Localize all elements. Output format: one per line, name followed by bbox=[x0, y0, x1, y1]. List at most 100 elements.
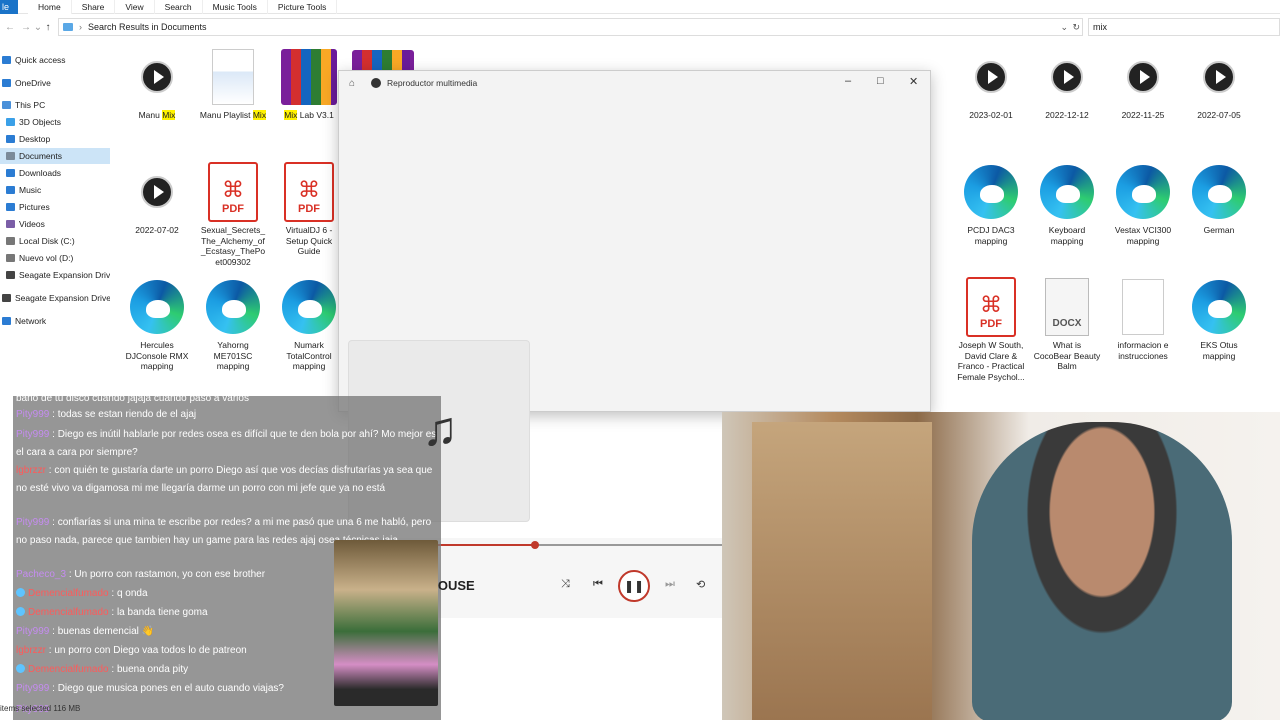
folder-icon bbox=[63, 23, 73, 31]
file-label: 2023-02-01 bbox=[969, 110, 1013, 120]
file-informacion[interactable]: informacion e instrucciones bbox=[1109, 278, 1177, 361]
file-label: 2022-07-02 bbox=[135, 225, 179, 235]
maximize-icon[interactable]: □ bbox=[877, 75, 884, 87]
sidebar-item-3d-objects[interactable]: 3D Objects bbox=[0, 114, 110, 130]
chat-message: Pity999 : todas se estan riendo de el aj… bbox=[16, 406, 441, 424]
chat-text: : Un porro con rastamon, yo con ese brot… bbox=[66, 569, 266, 580]
search-input[interactable]: mix bbox=[1088, 18, 1280, 36]
ribbon-tabs: le Home Share View Search Music Tools Pi… bbox=[0, 0, 1280, 14]
drive-icon bbox=[6, 271, 15, 279]
sidebar-item-documents[interactable]: Documents bbox=[0, 148, 110, 164]
file-label: Numark TotalControl mapping bbox=[286, 340, 332, 371]
file-label: Manu Mix bbox=[138, 110, 176, 120]
tab-picture-tools[interactable]: Picture Tools bbox=[268, 0, 338, 14]
file-tab[interactable]: le bbox=[0, 0, 18, 14]
file-label: EKS Otus mapping bbox=[1200, 340, 1238, 361]
file-2022-11-25[interactable]: 2022-11-25 bbox=[1109, 48, 1177, 121]
sidebar-item-this-pc[interactable]: This PC bbox=[0, 97, 110, 113]
file-2022-12-12[interactable]: 2022-12-12 bbox=[1033, 48, 1101, 121]
tab-music-tools[interactable]: Music Tools bbox=[203, 0, 268, 14]
file-label: Hercules DJConsole RMX mapping bbox=[125, 340, 189, 371]
previous-track-icon[interactable]: ⏮ bbox=[593, 578, 603, 591]
file-label: German bbox=[1203, 225, 1235, 235]
file-sexual-secrets-pdf[interactable]: ⌘ PDF Sexual_Secrets_The_Alchemy_of_Ecsta… bbox=[199, 162, 267, 267]
sidebar-item-seagate-expansion-drive[interactable]: Seagate Expansion Drive bbox=[0, 267, 110, 283]
tab-search[interactable]: Search bbox=[155, 0, 203, 14]
streamer bbox=[972, 422, 1232, 720]
file-label: Keyboard mapping bbox=[1048, 225, 1086, 246]
sidebar-item-seagate-expansion-drive[interactable]: Seagate Expansion Drive ( bbox=[0, 290, 110, 306]
file-manu-playlist-mix[interactable]: Manu Playlist Mix bbox=[199, 48, 267, 121]
file-cocobear-docx[interactable]: DOCX What is CocoBear Beauty Balm bbox=[1033, 278, 1101, 372]
file-hercules-mapping[interactable]: Hercules DJConsole RMX mapping bbox=[123, 278, 191, 372]
file-label: Joseph W South, David Clare & Franco - P… bbox=[957, 340, 1025, 382]
cloud-icon bbox=[2, 79, 11, 87]
file-2022-07-05[interactable]: 2022-07-05 bbox=[1185, 48, 1253, 121]
sidebar-item-network[interactable]: Network bbox=[0, 313, 110, 329]
sidebar-item-videos[interactable]: Videos bbox=[0, 216, 110, 232]
edge-browser-icon bbox=[1040, 165, 1094, 219]
tab-view[interactable]: View bbox=[115, 0, 155, 14]
pause-icon: ❚❚ bbox=[623, 579, 645, 593]
sidebar-item-desktop[interactable]: Desktop bbox=[0, 131, 110, 147]
file-pcdj-mapping[interactable]: PCDJ DAC3 mapping bbox=[957, 163, 1025, 246]
chat-text: : Diego es inútil hablarle por redes ose… bbox=[16, 429, 437, 458]
next-track-icon[interactable]: ⏭ bbox=[665, 578, 675, 591]
tab-share[interactable]: Share bbox=[72, 0, 116, 14]
chat-message: Pity999 : Diego es inútil hablarle por r… bbox=[16, 426, 441, 461]
address-bar[interactable]: › Search Results in Documents ⌄ ↻ bbox=[58, 18, 1083, 36]
file-numark-mapping[interactable]: Numark TotalControl mapping bbox=[275, 278, 343, 372]
seek-bar[interactable] bbox=[420, 541, 722, 549]
chat-text: : la banda tiene goma bbox=[108, 607, 208, 618]
file-german[interactable]: German bbox=[1185, 163, 1253, 236]
sidebar-item-label: OneDrive bbox=[15, 78, 51, 88]
home-icon[interactable]: ⌂ bbox=[349, 78, 355, 89]
documents-icon bbox=[6, 152, 15, 160]
sidebar-item-pictures[interactable]: Pictures bbox=[0, 199, 110, 215]
network-icon bbox=[2, 317, 11, 325]
sidebar-item-nuevo-vol-d[interactable]: Nuevo vol (D:) bbox=[0, 250, 110, 266]
file-label: 2022-12-12 bbox=[1045, 110, 1089, 120]
sidebar-item-music[interactable]: Music bbox=[0, 182, 110, 198]
dropdown-chevron-icon[interactable]: ⌄ bbox=[1060, 22, 1068, 33]
seek-bar-knob[interactable] bbox=[530, 541, 539, 549]
file-keyboard-mapping[interactable]: Keyboard mapping bbox=[1033, 163, 1101, 246]
file-label: 2022-11-25 bbox=[1121, 110, 1165, 120]
minimize-icon[interactable]: – bbox=[845, 75, 851, 87]
up-arrow-icon[interactable]: ↑ bbox=[40, 19, 56, 35]
computer-icon bbox=[2, 101, 11, 109]
file-vestax-mapping[interactable]: Vestax VCI300 mapping bbox=[1109, 163, 1177, 246]
star-icon bbox=[2, 56, 11, 64]
docx-file-icon: DOCX bbox=[1045, 278, 1089, 336]
media-play-icon bbox=[1127, 61, 1159, 93]
pause-button[interactable]: ❚❚ bbox=[618, 570, 650, 602]
shuffle-icon[interactable]: ⤨ bbox=[561, 578, 570, 591]
sidebar-item-label: Local Disk (C:) bbox=[19, 236, 75, 246]
sidebar-item-local-disk-c[interactable]: Local Disk (C:) bbox=[0, 233, 110, 249]
close-icon[interactable]: ✕ bbox=[909, 75, 918, 88]
edge-browser-icon bbox=[964, 165, 1018, 219]
chat-username: Pity999 bbox=[16, 626, 50, 637]
file-label: What is CocoBear Beauty Balm bbox=[1033, 340, 1101, 371]
sidebar-item-quick-access[interactable]: Quick access bbox=[0, 52, 110, 68]
file-2023-02-01[interactable]: 2023-02-01 bbox=[957, 48, 1025, 121]
chat-username: Pity999 bbox=[16, 517, 50, 528]
back-arrow-icon[interactable]: ← bbox=[2, 19, 18, 35]
file-virtualdj-pdf[interactable]: ⌘ PDF VirtualDJ 6 - Setup Quick Guide bbox=[275, 162, 343, 257]
music-icon bbox=[6, 186, 15, 194]
repeat-icon[interactable]: ⟲ bbox=[696, 578, 705, 591]
file-label: Yahorng ME701SC mapping bbox=[213, 340, 253, 371]
file-yahorng-mapping[interactable]: Yahorng ME701SC mapping bbox=[199, 278, 267, 372]
disk-icon bbox=[6, 254, 15, 262]
search-value: mix bbox=[1093, 22, 1107, 32]
tab-home[interactable]: Home bbox=[28, 0, 72, 14]
file-mix-lab[interactable]: Mix Lab V3.1 bbox=[275, 48, 343, 121]
file-manu-mix[interactable]: Manu Mix bbox=[123, 48, 191, 121]
refresh-icon[interactable]: ↻ bbox=[1072, 22, 1080, 33]
pdf-file-icon: ⌘ PDF bbox=[966, 277, 1016, 337]
file-joseph-south-pdf[interactable]: ⌘ PDF Joseph W South, David Clare & Franc… bbox=[957, 277, 1025, 382]
sidebar-item-onedrive[interactable]: OneDrive bbox=[0, 75, 110, 91]
file-eks-mapping[interactable]: EKS Otus mapping bbox=[1185, 278, 1253, 361]
sidebar-item-downloads[interactable]: Downloads bbox=[0, 165, 110, 181]
file-2022-07-02[interactable]: 2022-07-02 bbox=[123, 163, 191, 236]
